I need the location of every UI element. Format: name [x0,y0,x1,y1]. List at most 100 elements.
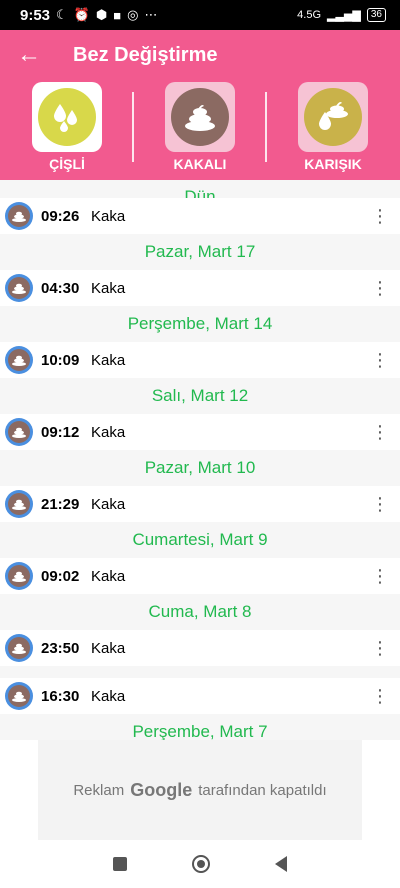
poop-avatar-icon [5,346,33,374]
alarm-icon: ⏰ [73,7,90,22]
date-header-text: Pazar, Mart 10 [144,458,256,477]
poop-icon [8,421,30,443]
poop-avatar-icon [5,490,33,518]
date-header: Perşembe, Mart 7 [0,714,400,740]
log-row[interactable]: 09:12 Kaka ⋮ [0,414,400,450]
recent-apps-button[interactable] [112,857,127,871]
log-kind: Kaka [91,495,126,513]
poop-icon [8,493,30,515]
log-kind: Kaka [91,207,126,225]
diaper-log-list[interactable]: Dün 09:26 Kaka ⋮ Pazar, Mart 17 04:30 Kaka ⋮ Pe… [0,180,400,740]
date-header: Cumartesi, Mart 9 [0,522,400,558]
network-label: 4.5G [297,9,322,21]
type-wet[interactable]: ÇİŞLİ [32,82,102,172]
ad-suffix: tarafından kapatıldı [198,781,327,799]
status-time: 9:53 [20,6,51,24]
back-nav-button[interactable] [275,856,288,872]
log-row[interactable]: 23:50 Kaka ⋮ [0,630,400,666]
date-header: Dün [0,180,400,198]
poop-icon [8,277,30,299]
more-vert-icon[interactable]: ⋮ [360,350,400,371]
log-kind: Kaka [91,639,126,657]
poop-icon [8,637,30,659]
poop-icon [171,88,229,146]
log-kind: Kaka [91,351,126,369]
date-header-text: Perşembe, Mart 7 [132,722,268,740]
back-button[interactable]: ← [0,30,58,80]
date-header: Cuma, Mart 8 [0,594,400,630]
date-header-text: Cumartesi, Mart 9 [132,530,268,549]
row-gap [0,666,400,678]
poop-avatar-icon [5,634,33,662]
system-nav-bar [0,840,400,888]
status-icons: ☾ ⏰ ⬢ ■ ◎ ⋯ [56,7,157,23]
poop-icon [8,205,30,227]
date-header-text: Perşembe, Mart 14 [127,314,273,333]
type-poop[interactable]: KAKALI [165,82,235,172]
more-vert-icon[interactable]: ⋮ [360,566,400,587]
more-dots-icon: ⋯ [144,7,158,22]
wet-drops-icon [38,88,96,146]
divider [265,92,267,162]
square-icon: ■ [113,7,122,23]
more-vert-icon[interactable]: ⋮ [360,206,400,227]
log-kind: Kaka [91,423,126,441]
diaper-type-selector: ÇİŞLİ KAKALI KARIŞIK [0,82,400,178]
arrow-left-icon: ← [17,41,41,68]
log-row[interactable]: 09:26 Kaka ⋮ [0,198,400,234]
ad-prefix: Reklam [73,781,125,799]
more-vert-icon[interactable]: ⋮ [360,494,400,515]
date-header-text: Dün [184,187,216,198]
log-time: 16:30 [41,687,80,705]
log-row[interactable]: 04:30 Kaka ⋮ [0,270,400,306]
instagram-icon: ◎ [127,7,139,22]
date-header: Salı, Mart 12 [0,378,400,414]
more-vert-icon[interactable]: ⋮ [360,422,400,443]
log-kind: Kaka [91,687,126,705]
log-row[interactable]: 09:02 Kaka ⋮ [0,558,400,594]
page-title: Bez Değiştirme [73,43,218,66]
log-time: 04:30 [41,279,80,297]
log-row[interactable]: 16:30 Kaka ⋮ [0,678,400,714]
google-logo: Google [130,779,193,800]
date-header-text: Cuma, Mart 8 [148,602,252,621]
log-kind: Kaka [91,279,126,297]
log-kind: Kaka [91,567,126,585]
date-header: Perşembe, Mart 14 [0,306,400,342]
cube-icon: ⬢ [95,7,108,22]
signal-icon: ▂▃▅▇ [327,9,361,22]
header: ← Bez Değiştirme ÇİŞLİ KAKALI KARIŞIK [0,30,400,180]
mixed-icon [304,88,362,146]
log-time: 09:02 [41,567,80,585]
poop-avatar-icon [5,274,33,302]
date-header-text: Pazar, Mart 17 [144,242,256,261]
poop-avatar-icon [5,682,33,710]
poop-avatar-icon [5,418,33,446]
log-time: 21:29 [41,495,80,513]
poop-icon [8,565,30,587]
poop-icon [8,685,30,707]
poop-icon [8,349,30,371]
status-right: 4.5G ▂▃▅▇ 36 [297,8,386,22]
log-row[interactable]: 21:29 Kaka ⋮ [0,486,400,522]
log-row[interactable]: 10:09 Kaka ⋮ [0,342,400,378]
date-header: Pazar, Mart 17 [0,234,400,270]
poop-avatar-icon [5,562,33,590]
log-time: 23:50 [41,639,80,657]
type-mixed-box [298,82,368,152]
type-poop-label: KAKALI [173,156,227,172]
home-button[interactable] [191,855,210,873]
log-time: 09:26 [41,207,80,225]
type-wet-label: ÇİŞLİ [49,156,85,172]
more-vert-icon[interactable]: ⋮ [360,638,400,659]
more-vert-icon[interactable]: ⋮ [360,686,400,707]
app-bar: ← Bez Değiştirme [0,30,400,80]
ad-banner: Reklam Google tarafından kapatıldı [38,740,362,840]
more-vert-icon[interactable]: ⋮ [360,278,400,299]
type-poop-box [165,82,235,152]
type-mixed[interactable]: KARIŞIK [298,82,368,172]
home-dot [196,860,205,868]
date-header: Pazar, Mart 10 [0,450,400,486]
log-time: 09:12 [41,423,80,441]
date-header-text: Salı, Mart 12 [151,386,249,405]
